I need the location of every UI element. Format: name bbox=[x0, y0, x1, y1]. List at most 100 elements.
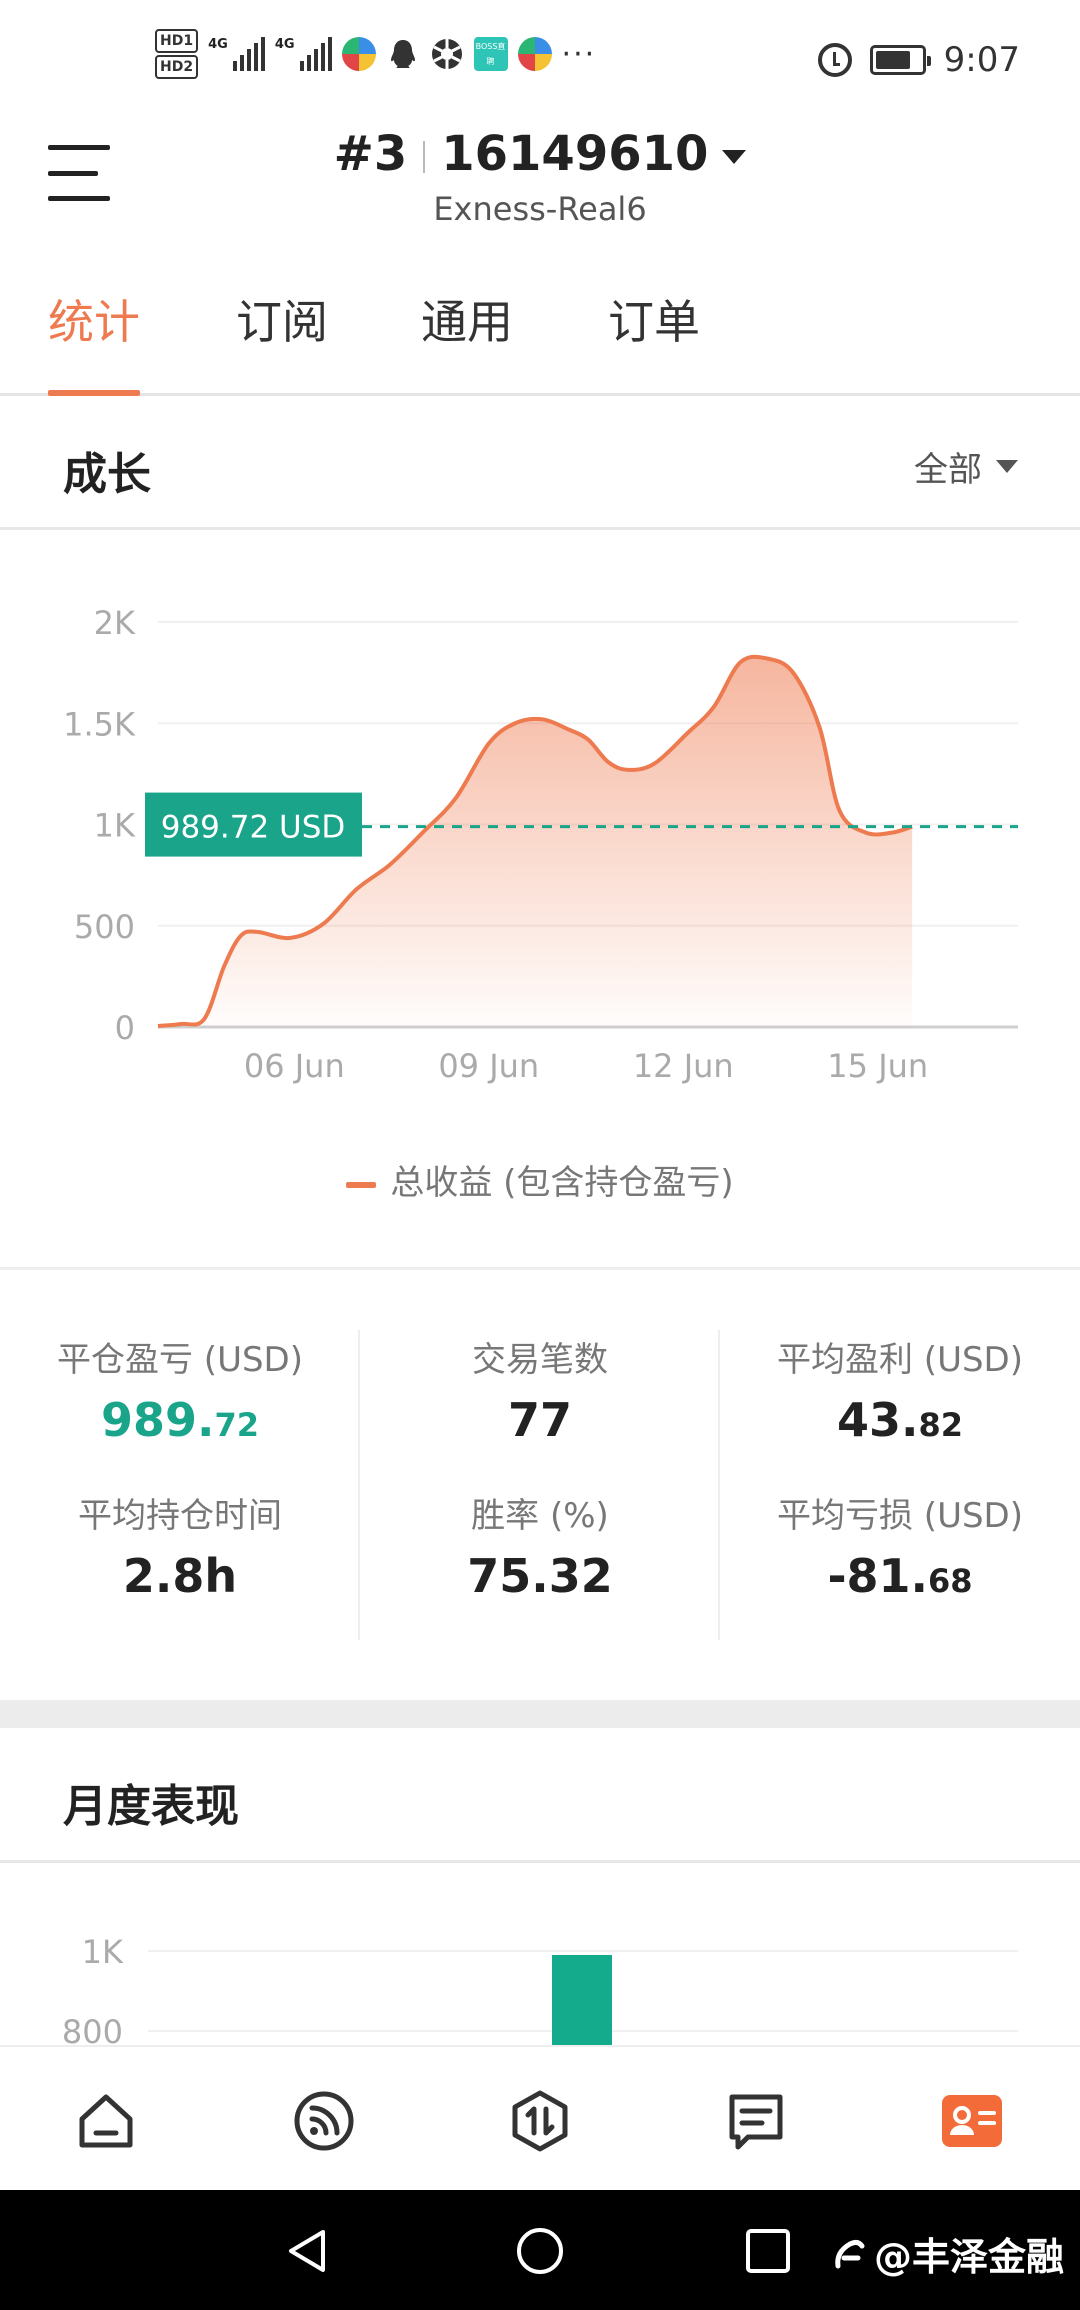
growth-title: 成长 bbox=[63, 449, 151, 500]
app-notification-icon-2 bbox=[517, 37, 552, 71]
stat-value: 43.82 bbox=[720, 1393, 1080, 1447]
stat-value-int: 2.8h bbox=[122, 1549, 238, 1603]
stat-value-int: 43. bbox=[836, 1393, 919, 1447]
stat-closed-pnl: 平仓盈亏 (USD) 989.72 bbox=[0, 1332, 360, 1447]
stat-value-dec: 68 bbox=[928, 1562, 973, 1600]
y-tick-label: 1K bbox=[94, 807, 136, 845]
y-tick-label: 1.5K bbox=[63, 705, 136, 743]
stat-value: 2.8h bbox=[0, 1549, 360, 1603]
x-tick-label: 06 Jun bbox=[244, 1047, 345, 1085]
tab-statistics[interactable]: 统计 bbox=[48, 286, 140, 396]
signal-icon-2: 4G bbox=[275, 37, 332, 71]
hd1-badge: HD1 bbox=[155, 29, 199, 53]
tab-bar: 统计 订阅 通用 订单 bbox=[0, 248, 1080, 396]
stat-value-int: 989. bbox=[100, 1393, 215, 1447]
current-value-label: 989.72 USD bbox=[161, 810, 346, 846]
y-tick-label: 2K bbox=[94, 604, 136, 642]
account-rank: #3 bbox=[333, 126, 408, 182]
stat-value: 989.72 bbox=[0, 1393, 360, 1447]
stat-label: 平均盈利 (USD) bbox=[777, 1340, 1023, 1380]
legend-label: 总收益 (包含持仓盈亏) bbox=[390, 1163, 734, 1203]
range-dropdown[interactable]: 全部 bbox=[914, 442, 1018, 491]
account-number: 16149610 bbox=[441, 126, 709, 182]
monthly-chart-svg: 800 1K bbox=[62, 1933, 1018, 2045]
more-notifications-icon: ··· bbox=[561, 36, 597, 72]
y-tick-label: 800 bbox=[62, 2013, 123, 2045]
nav-news[interactable] bbox=[724, 2089, 788, 2153]
watermark-text: @丰泽金融 bbox=[873, 2235, 1064, 2279]
monthly-bar bbox=[552, 1955, 612, 2045]
nav-trade[interactable] bbox=[508, 2089, 572, 2153]
monthly-chart: 800 1K bbox=[0, 1863, 1080, 2045]
network-label-2: 4G bbox=[274, 37, 295, 52]
hd2-badge: HD2 bbox=[155, 55, 199, 79]
stat-value-int: 75.32 bbox=[467, 1549, 613, 1603]
status-bar: HD1 HD2 4G 4G BOSS直聘 ··· 9:07 bbox=[0, 0, 1080, 120]
x-tick-label: 09 Jun bbox=[438, 1047, 539, 1085]
stat-label: 平均持仓时间 bbox=[78, 1496, 282, 1536]
stat-value-dec: 72 bbox=[214, 1406, 260, 1444]
chart-legend: 总收益 (包含持仓盈亏) bbox=[0, 1155, 1080, 1204]
app-notification-icon bbox=[341, 37, 376, 71]
stat-value: 77 bbox=[360, 1393, 720, 1447]
boss-app-icon: BOSS直聘 bbox=[473, 37, 508, 71]
stats-grid: 平仓盈亏 (USD) 989.72 交易笔数 77 平均盈利 (USD) 43.… bbox=[0, 1267, 1080, 1697]
system-navigation-bar: @丰泽金融 bbox=[0, 2190, 1080, 2310]
status-right: 9:07 bbox=[817, 40, 1020, 80]
stat-label: 平均亏损 (USD) bbox=[777, 1496, 1023, 1536]
news-icon bbox=[729, 2094, 783, 2150]
tab-subscription[interactable]: 订阅 bbox=[236, 286, 328, 396]
signal-icon: 4G bbox=[208, 37, 265, 71]
monthly-header: 月度表现 bbox=[0, 1728, 1080, 1863]
recents-icon[interactable] bbox=[743, 2226, 793, 2276]
x-tick-label: 12 Jun bbox=[633, 1047, 734, 1085]
stat-value-int: 77 bbox=[507, 1393, 572, 1447]
stat-value: 75.32 bbox=[360, 1549, 720, 1603]
stat-value-dec: 82 bbox=[918, 1406, 964, 1444]
nav-home[interactable] bbox=[74, 2089, 138, 2153]
nav-account[interactable] bbox=[940, 2089, 1004, 2153]
y-tick-label: 1K bbox=[82, 1933, 124, 1971]
stat-trade-count: 交易笔数 77 bbox=[360, 1332, 720, 1447]
nav-signals[interactable] bbox=[292, 2089, 356, 2153]
account-selector[interactable]: #3 16149610 bbox=[0, 126, 1080, 182]
section-gap bbox=[0, 1700, 1080, 1728]
chevron-down-icon bbox=[996, 460, 1018, 473]
stat-avg-holding-time: 平均持仓时间 2.8h bbox=[0, 1488, 360, 1603]
weibo-logo-icon bbox=[835, 2239, 865, 2268]
watermark: @丰泽金融 bbox=[832, 2226, 1064, 2281]
stat-avg-loss: 平均亏损 (USD) -81.68 bbox=[720, 1488, 1080, 1603]
growth-header: 成长 全部 bbox=[0, 398, 1080, 530]
tab-general[interactable]: 通用 bbox=[421, 286, 513, 396]
y-tick-label: 500 bbox=[74, 908, 135, 946]
tab-orders[interactable]: 订单 bbox=[608, 286, 700, 396]
qq-icon bbox=[390, 40, 415, 68]
aperture-icon bbox=[431, 39, 462, 69]
app-header: #3 16149610 Exness-Real6 bbox=[0, 120, 1080, 244]
growth-chart-svg: 0 500 1K 1.5K 2K 989.72 USD 06 Jun 09 Jun 12 J… bbox=[63, 604, 1018, 1085]
trade-icon bbox=[512, 2090, 568, 2152]
boss-app-label: BOSS直聘 bbox=[475, 42, 506, 66]
clock-time: 9:07 bbox=[943, 40, 1020, 80]
y-tick-label: 0 bbox=[115, 1009, 135, 1047]
home-icon bbox=[79, 2094, 133, 2148]
chevron-down-icon bbox=[722, 150, 747, 164]
account-card-icon bbox=[942, 2095, 1002, 2147]
stat-label: 交易笔数 bbox=[472, 1340, 608, 1380]
stat-avg-profit: 平均盈利 (USD) 43.82 bbox=[720, 1332, 1080, 1447]
stat-label: 胜率 (%) bbox=[471, 1496, 609, 1536]
bottom-navigation bbox=[0, 2045, 1080, 2190]
hd-indicator: HD1 HD2 bbox=[155, 28, 199, 80]
monthly-title: 月度表现 bbox=[63, 1781, 239, 1832]
legend-swatch bbox=[346, 1181, 377, 1188]
x-tick-label: 15 Jun bbox=[827, 1047, 928, 1085]
stat-label: 平仓盈亏 (USD) bbox=[57, 1340, 303, 1380]
back-icon[interactable] bbox=[283, 2226, 333, 2276]
battery-icon bbox=[869, 45, 931, 75]
stat-win-rate: 胜率 (%) 75.32 bbox=[360, 1488, 720, 1603]
range-label: 全部 bbox=[914, 450, 982, 490]
account-server: Exness-Real6 bbox=[433, 190, 647, 228]
alarm-icon bbox=[817, 43, 852, 77]
home-circle-icon[interactable] bbox=[515, 2226, 565, 2276]
signal-feed-icon bbox=[294, 2091, 354, 2151]
